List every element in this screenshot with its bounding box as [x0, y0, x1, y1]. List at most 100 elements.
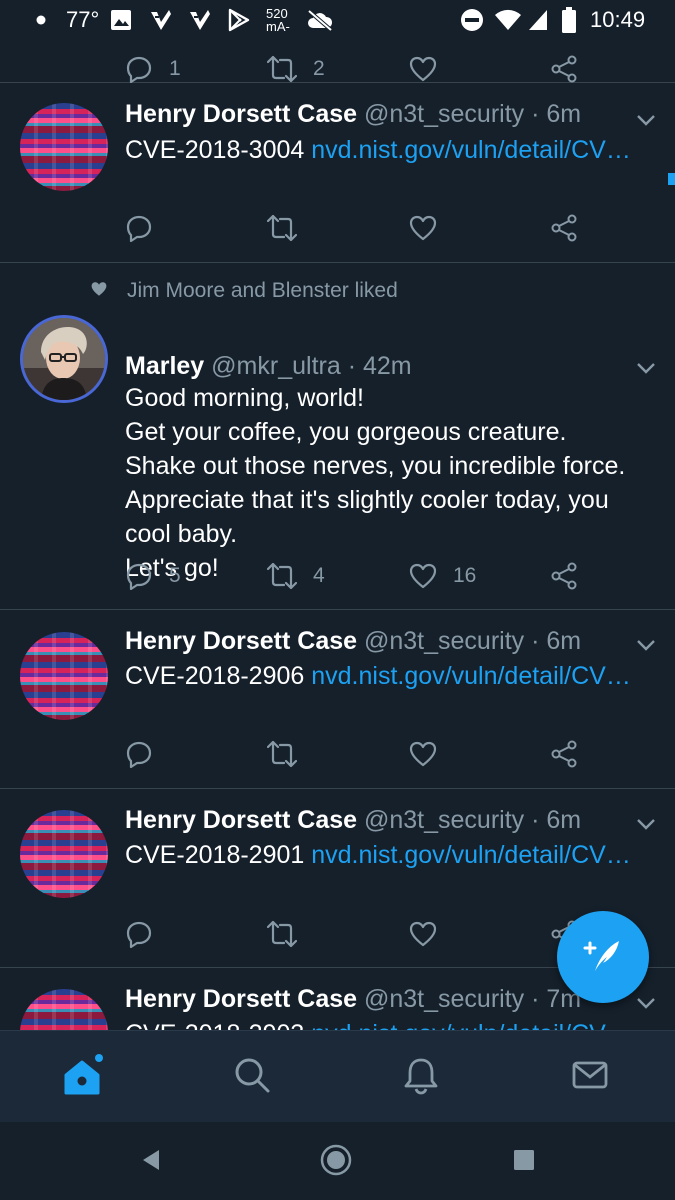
avatar[interactable]	[20, 810, 108, 898]
system-navigation-bar	[0, 1122, 675, 1200]
chevron-down-icon[interactable]	[636, 113, 656, 127]
reply-button[interactable]	[125, 737, 153, 771]
chevron-down-icon[interactable]	[636, 361, 656, 375]
user-handle: @n3t_security	[363, 627, 525, 655]
dot-separator: ·	[531, 627, 540, 655]
tweet-link[interactable]: nvd.nist.gov/vuln/detail/CV…	[311, 662, 631, 690]
reply-button[interactable]	[125, 211, 153, 245]
retweet-button[interactable]: 2	[267, 52, 325, 86]
avatar[interactable]	[20, 103, 108, 191]
avatar[interactable]	[20, 632, 108, 720]
tweet-card[interactable]: Henry Dorsett Case @n3t_security · 6m CV…	[0, 83, 675, 263]
recents-icon	[513, 1149, 535, 1176]
tweet-time: 6m	[546, 627, 582, 655]
tweet-line: Good morning, world!	[125, 384, 365, 412]
like-button[interactable]	[409, 737, 437, 771]
reply-icon	[125, 562, 153, 590]
tweet-body: CVE-2018-2903	[125, 1020, 304, 1030]
tweet-link[interactable]: nvd.nist.gov/vuln/detail/CV…	[311, 136, 631, 164]
like-button[interactable]	[409, 52, 453, 86]
heart-icon	[90, 279, 108, 303]
avatar[interactable]	[20, 989, 108, 1030]
share-icon	[550, 214, 578, 242]
home-circle-icon	[320, 1144, 352, 1181]
like-button[interactable]	[409, 917, 437, 951]
tweet-body: CVE-2018-2901	[125, 841, 305, 869]
tweet-header: Marley @mkr_ultra · 42m	[125, 352, 412, 381]
tab-search[interactable]	[230, 1055, 274, 1099]
dot-separator: ·	[531, 100, 540, 128]
user-handle: @n3t_security	[363, 100, 525, 128]
retweet-count: 4	[313, 564, 325, 587]
home-button[interactable]	[316, 1142, 356, 1182]
reply-button[interactable]: 5	[125, 559, 181, 593]
tweet-text: CVE-2018-2906 nvd.nist.gov/vuln/detail/C…	[125, 659, 631, 693]
avatar[interactable]	[20, 315, 108, 403]
tweet-card[interactable]: Jim Moore and Blenster liked Marley @mkr…	[0, 263, 675, 610]
reply-button[interactable]: 1	[125, 52, 181, 86]
tweet-card[interactable]: Henry Dorsett Case @n3t_security · 6m CV…	[0, 610, 675, 789]
display-name[interactable]: Henry Dorsett Case	[125, 806, 357, 834]
status-bar: 77° 520 mA- 10:49	[0, 0, 675, 40]
display-name[interactable]: Marley	[125, 352, 204, 380]
scroll-indicator	[668, 173, 675, 185]
tweet-link[interactable]: nvd.nist.gov/vuln/detail/CV…	[311, 841, 631, 869]
avatar-portrait-icon	[23, 318, 105, 400]
social-context: Jim Moore and Blenster liked	[90, 277, 398, 305]
tweet-line: Appreciate that it's slightly cooler tod…	[125, 486, 609, 514]
tweet-time: 6m	[546, 806, 582, 834]
display-name[interactable]: Henry Dorsett Case	[125, 627, 357, 655]
share-icon	[550, 740, 578, 768]
reply-icon	[125, 214, 153, 242]
tab-notifications[interactable]	[399, 1055, 443, 1099]
heart-icon	[409, 741, 437, 767]
retweet-button[interactable]	[267, 737, 297, 771]
chevron-down-icon[interactable]	[636, 817, 656, 831]
play-store-icon	[227, 0, 251, 40]
tweet-line: Get your coffee, you gorgeous creature.	[125, 418, 567, 446]
tweet-time: 42m	[362, 352, 412, 380]
cloud-off-icon	[306, 0, 334, 40]
heart-icon	[409, 56, 437, 82]
chevron-down-icon[interactable]	[636, 638, 656, 652]
share-button[interactable]	[550, 211, 578, 245]
retweet-icon	[267, 55, 297, 83]
reply-count: 5	[169, 564, 181, 587]
reply-button[interactable]	[125, 917, 153, 951]
retweet-button[interactable]	[267, 917, 297, 951]
share-button[interactable]	[550, 559, 578, 593]
bottom-tab-bar	[0, 1030, 675, 1122]
tab-messages[interactable]	[568, 1055, 612, 1099]
heart-icon	[409, 563, 437, 589]
reply-icon	[125, 740, 153, 768]
chevron-down-icon[interactable]	[636, 996, 656, 1010]
tweet-actions	[125, 737, 595, 771]
retweet-button[interactable]	[267, 211, 297, 245]
compose-tweet-icon	[581, 933, 625, 982]
tweet-line: Shake out those nerves, you incredible f…	[125, 452, 626, 480]
do-not-disturb-icon	[460, 0, 484, 40]
wifi-icon	[494, 0, 522, 40]
recents-button[interactable]	[504, 1142, 544, 1182]
tab-home[interactable]	[62, 1053, 106, 1099]
back-button[interactable]	[131, 1142, 171, 1182]
tweet-header: Henry Dorsett Case @n3t_security · 6m	[125, 100, 581, 129]
retweet-button[interactable]: 4	[267, 559, 325, 593]
timeline-feed[interactable]: 1 2 Henry Dorsett Case @n3t_security · 6…	[0, 40, 675, 1030]
like-button[interactable]	[409, 211, 437, 245]
display-name[interactable]: Henry Dorsett Case	[125, 100, 357, 128]
share-button[interactable]	[550, 737, 578, 771]
tweet-text: Good morning, world! Get your coffee, yo…	[125, 381, 625, 585]
tweet-header: Henry Dorsett Case @n3t_security · 7m	[125, 985, 581, 1014]
tweet-card[interactable]: 1 2	[0, 40, 675, 83]
display-name[interactable]: Henry Dorsett Case	[125, 985, 357, 1013]
heart-icon	[409, 921, 437, 947]
share-button[interactable]	[550, 52, 578, 86]
search-icon	[232, 1055, 272, 1100]
like-button[interactable]: 16	[409, 559, 476, 593]
compose-tweet-button[interactable]	[557, 911, 649, 1003]
user-handle: @n3t_security	[363, 985, 525, 1013]
tweet-link[interactable]: nvd.nist.gov/vuln/detail/CV…	[311, 1020, 631, 1030]
user-handle: @mkr_ultra	[211, 352, 341, 380]
tweet-time: 6m	[546, 100, 582, 128]
